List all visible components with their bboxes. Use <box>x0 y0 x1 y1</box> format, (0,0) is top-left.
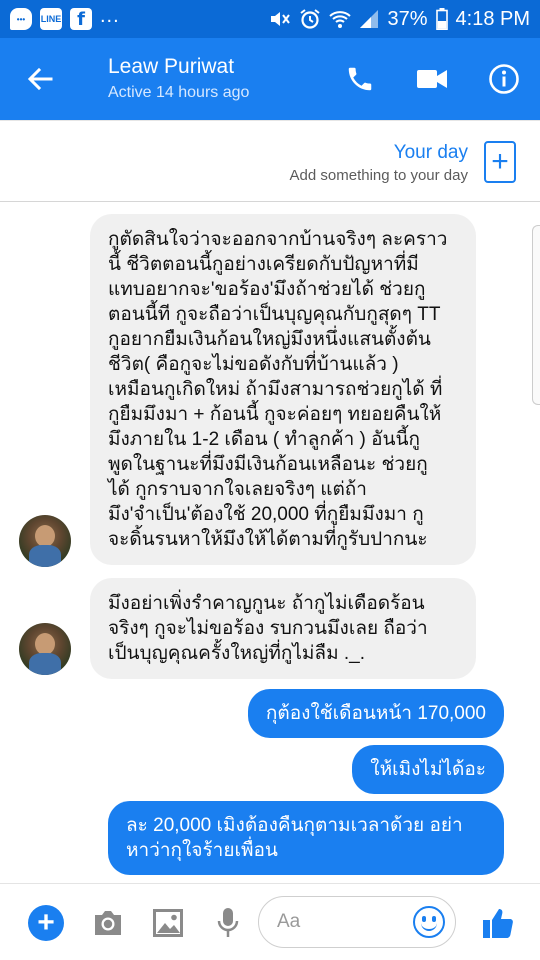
message-thread[interactable]: กูตัดสินใจว่าจะออกจากบ้านจริงๆ ละคราว นี… <box>0 203 540 883</box>
your-day-title: Your day <box>393 142 468 163</box>
message-input[interactable]: Aa <box>258 896 456 948</box>
microphone-icon <box>217 907 239 937</box>
message-bubble-outgoing[interactable]: ให้เมิงไม่ได้อะ <box>352 745 504 794</box>
camera-button[interactable] <box>90 884 126 960</box>
plus-icon: + <box>491 145 509 178</box>
message-text: ละ 20,000 เมิงต้องคืนกุตามเวลาด้วย อย่า … <box>126 815 463 861</box>
clock-time: 4:18 PM <box>455 7 530 30</box>
your-day-text: Your day Add something to your day <box>290 141 468 187</box>
more-actions-button[interactable]: + <box>26 884 66 960</box>
message-composer: + Aa <box>0 883 540 960</box>
message-bubble-outgoing[interactable]: ละ 20,000 เมิงต้องคืนกุตามเวลาด้วย อย่า … <box>108 801 504 875</box>
your-day-banner[interactable]: Your day Add something to your day + <box>0 120 540 202</box>
message-text: ให้เมิงไม่ได้อะ <box>370 759 486 780</box>
plus-icon: + <box>28 904 64 941</box>
scroll-handle[interactable] <box>532 225 540 405</box>
thumbs-up-icon <box>483 908 513 938</box>
back-arrow-icon <box>27 67 53 91</box>
voice-button[interactable] <box>212 884 244 960</box>
message-text: มึงอย่าเพิ่งรำคาญกูนะ ถ้ากูไม่เดือดร้อน … <box>108 593 428 664</box>
status-bar-notifications: ••• LINE f ... <box>10 4 120 30</box>
battery-icon <box>435 8 448 30</box>
contact-info[interactable]: Leaw Puriwat Active 14 hours ago <box>80 54 324 104</box>
conversation-header: Leaw Puriwat Active 14 hours ago <box>0 38 540 120</box>
info-button[interactable] <box>468 38 540 120</box>
message-text: กูตัดสินใจว่าจะออกจากบ้านจริงๆ ละคราว นี… <box>108 229 448 550</box>
image-icon <box>153 908 183 937</box>
message-text: กุต้องใช้เดือนหน้า 170,000 <box>265 703 486 724</box>
gallery-button[interactable] <box>150 884 186 960</box>
message-placeholder: Aa <box>277 911 301 932</box>
like-button[interactable] <box>478 884 518 960</box>
add-to-day-button[interactable]: + <box>484 141 516 183</box>
facebook-icon: f <box>70 8 92 30</box>
alarm-icon <box>299 8 321 30</box>
mute-icon <box>269 9 291 29</box>
your-day-subtitle: Add something to your day <box>289 167 468 184</box>
back-button[interactable] <box>0 38 80 120</box>
camera-icon <box>95 910 121 935</box>
emoji-icon[interactable] <box>413 906 445 938</box>
video-camera-icon <box>417 70 447 88</box>
message-bubble-incoming[interactable]: กูตัดสินใจว่าจะออกจากบ้านจริงๆ ละคราว นี… <box>90 214 476 565</box>
avatar[interactable] <box>19 515 71 567</box>
message-bubble-outgoing[interactable]: กุต้องใช้เดือนหน้า 170,000 <box>247 689 504 738</box>
chat-app-icon: ••• <box>10 8 32 30</box>
phone-icon <box>348 67 372 91</box>
battery-percent: 37% <box>387 7 428 30</box>
video-call-button[interactable] <box>396 38 468 120</box>
message-bubble-incoming[interactable]: มึงอย่าเพิ่งรำคาญกูนะ ถ้ากูไม่เดือดร้อน … <box>90 578 476 679</box>
overflow-indicator: ... <box>100 4 120 27</box>
signal-icon <box>359 9 379 29</box>
status-bar: ••• LINE f ... 37% 4:18 PM <box>0 0 540 38</box>
contact-status: Active 14 hours ago <box>108 84 250 101</box>
wifi-icon <box>329 9 352 29</box>
status-bar-system: 37% 4:18 PM <box>269 8 530 31</box>
avatar[interactable] <box>19 623 71 675</box>
info-icon <box>489 64 519 94</box>
call-button[interactable] <box>324 38 396 120</box>
contact-name: Leaw Puriwat <box>108 55 235 78</box>
line-icon: LINE <box>40 8 62 30</box>
